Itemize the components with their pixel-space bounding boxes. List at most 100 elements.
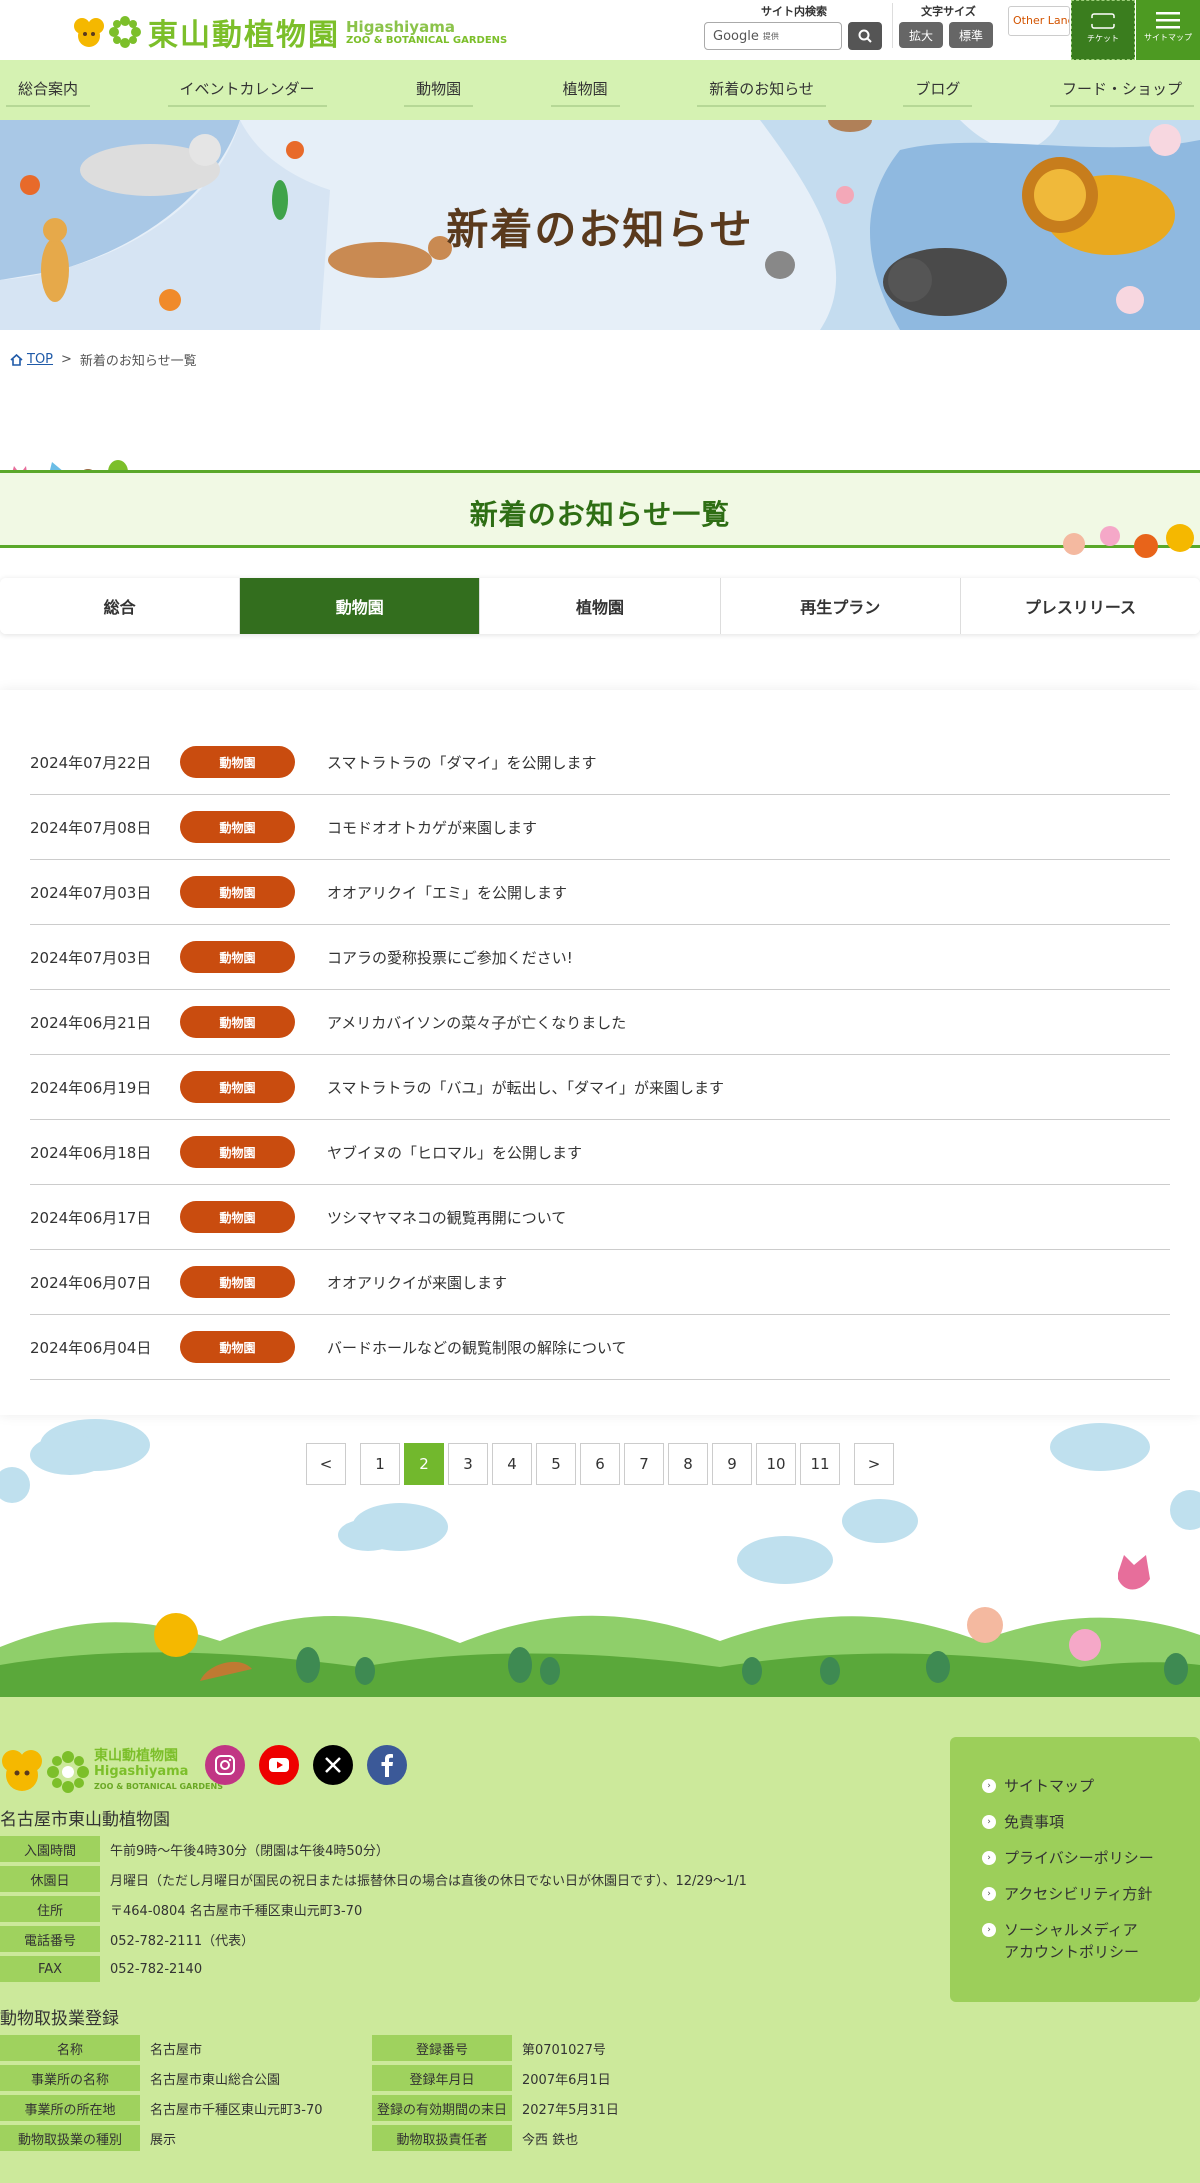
news-item[interactable]: 2024年06月07日 動物園 オオアリクイが来園します [30, 1250, 1170, 1315]
pagination-page[interactable]: 7 [624, 1443, 664, 1485]
news-item[interactable]: 2024年06月04日 動物園 バードホールなどの観覧制限の解除について [30, 1315, 1170, 1380]
news-item[interactable]: 2024年07月08日 動物園 コモドオオトカゲが来園します [30, 795, 1170, 860]
pagination-page-current[interactable]: 2 [404, 1443, 444, 1485]
news-panel: 2024年07月22日 動物園 スマトラトラの「ダマイ」を公開します 2024年07… [0, 690, 1200, 1415]
flower-deco-right [1063, 524, 1194, 558]
instagram-icon[interactable] [205, 1745, 245, 1785]
news-date: 2024年06月21日 [30, 1013, 152, 1032]
tab-revival-plan[interactable]: 再生プラン [720, 578, 961, 634]
news-title-link[interactable]: スマトラトラの「バユ」が転出し、「ダマイ」が来園します [327, 1077, 724, 1098]
news-title-link[interactable]: ツシマヤマネコの観覧再開について [327, 1207, 566, 1228]
news-category-badge: 動物園 [180, 1201, 295, 1233]
reg-label: 登録の有効期間の末日 [372, 2095, 512, 2121]
sitemap-menu-button[interactable]: サイトマップ [1136, 0, 1200, 60]
facility-info: 入園時間 午前9時～午後4時30分（閉園は午後4時50分） 休園日 月曜日（ただし月… [0, 1834, 747, 1984]
news-item[interactable]: 2024年06月17日 動物園 ツシマヤマネコの観覧再開について [30, 1185, 1170, 1250]
pagination-page[interactable]: 6 [580, 1443, 620, 1485]
font-standard-button[interactable]: 標準 [949, 22, 993, 48]
pagination-page[interactable]: 9 [712, 1443, 752, 1485]
news-item[interactable]: 2024年06月21日 動物園 アメリカバイソンの菜々子が亡くなりました [30, 990, 1170, 1055]
news-category-badge: 動物園 [180, 876, 295, 908]
news-list: 2024年07月22日 動物園 スマトラトラの「ダマイ」を公開します 2024年07… [30, 730, 1170, 1380]
news-title-link[interactable]: バードホールなどの観覧制限の解除について [327, 1337, 627, 1358]
news-item[interactable]: 2024年06月18日 動物園 ヤブイヌの「ヒロマル」を公開します [30, 1120, 1170, 1185]
news-title-link[interactable]: アメリカバイソンの菜々子が亡くなりました [327, 1012, 626, 1033]
chevron-right-icon: › [982, 1887, 996, 1901]
nav-item-guide[interactable]: 総合案内 [6, 78, 91, 107]
pagination-page[interactable]: 8 [668, 1443, 708, 1485]
reg-value: 今西 鉄也 [522, 2132, 579, 2148]
pagination-page[interactable]: 1 [360, 1443, 400, 1485]
pagination: < 1 2 3 4 5 6 7 8 9 10 11 > [0, 1443, 1200, 1485]
pagination-prev[interactable]: < [306, 1443, 346, 1485]
tab-general[interactable]: 総合 [0, 578, 241, 634]
news-date: 2024年07月08日 [30, 818, 152, 837]
pagination-page[interactable]: 4 [492, 1443, 532, 1485]
footer-link-sitemap[interactable]: › サイトマップ [982, 1775, 1200, 1797]
pagination-page[interactable]: 3 [448, 1443, 488, 1485]
site-search: サイト内検索 Google 提供 [704, 3, 884, 50]
footer-link-social-policy[interactable]: › ソーシャルメディア アカウントポリシー [982, 1919, 1200, 1963]
page-title: 新着のお知らせ一覧 [469, 498, 731, 531]
news-date: 2024年06月19日 [30, 1078, 152, 1097]
news-title-link[interactable]: オオアリクイが来園します [327, 1272, 507, 1293]
site-logo[interactable]: 東山動植物園 Higashiyama ZOO & BOTANICAL GARDE… [72, 10, 507, 54]
facebook-icon[interactable] [367, 1745, 407, 1785]
home-icon [10, 353, 23, 366]
news-date: 2024年06月18日 [30, 1143, 152, 1162]
pagination-page[interactable]: 10 [756, 1443, 796, 1485]
registration-title: 動物取扱業登録 [0, 2009, 119, 2029]
ticket-icon [1089, 13, 1117, 29]
news-item[interactable]: 2024年07月22日 動物園 スマトラトラの「ダマイ」を公開します [30, 730, 1170, 795]
footer-link-privacy[interactable]: › プライバシーポリシー [982, 1847, 1200, 1869]
hero-banner: 新着のお知らせ [0, 120, 1200, 330]
tab-zoo[interactable]: 動物園 [240, 578, 481, 634]
reg-label: 登録番号 [372, 2035, 512, 2061]
footer-logo-en-sub: ZOO & BOTANICAL GARDENS [94, 1781, 223, 1791]
breadcrumb-home-link[interactable]: TOP [10, 352, 53, 367]
footer-link-accessibility[interactable]: › アクセシビリティ方針 [982, 1883, 1200, 1905]
news-item[interactable]: 2024年07月03日 動物園 オオアリクイ「エミ」を公開します [30, 860, 1170, 925]
x-icon[interactable] [313, 1745, 353, 1785]
nav-item-food-shop[interactable]: フード・ショップ [1049, 78, 1194, 107]
news-category-badge: 動物園 [180, 746, 295, 778]
font-size-control: 文字サイズ 拡大 標準 [892, 3, 998, 48]
news-title-link[interactable]: コアラの愛称投票にご参加ください! [327, 947, 573, 968]
hamburger-icon [1156, 12, 1180, 29]
nav-item-botanical[interactable]: 植物園 [550, 78, 620, 107]
pagination-page[interactable]: 5 [536, 1443, 576, 1485]
info-row-hours: 入園時間 午前9時～午後4時30分（閉園は午後4時50分） [0, 1834, 747, 1864]
news-item[interactable]: 2024年06月19日 動物園 スマトラトラの「バユ」が転出し、「ダマイ」が来園しま… [30, 1055, 1170, 1120]
news-category-badge: 動物園 [180, 1266, 295, 1298]
news-title-link[interactable]: スマトラトラの「ダマイ」を公開します [327, 752, 597, 773]
news-title-link[interactable]: コモドオオトカゲが来園します [327, 817, 537, 838]
tab-botanical[interactable]: 植物園 [480, 578, 721, 634]
logo-en-text: Higashiyama ZOO & BOTANICAL GARDENS [346, 17, 508, 46]
nav-item-news[interactable]: 新着のお知らせ [697, 78, 826, 107]
info-row-phone: 電話番号 052-782-2111（代表） [0, 1924, 747, 1954]
font-enlarge-button[interactable]: 拡大 [899, 22, 943, 48]
news-title-link[interactable]: ヤブイヌの「ヒロマル」を公開します [327, 1142, 582, 1163]
organization-name: 名古屋市東山動植物園 [0, 1810, 170, 1830]
footer-logo-text: 東山動植物園 [94, 1747, 178, 1764]
pagination-next[interactable]: > [854, 1443, 894, 1485]
news-title-link[interactable]: オオアリクイ「エミ」を公開します [327, 882, 567, 903]
fontsize-heading: 文字サイズ [921, 5, 976, 18]
news-item[interactable]: 2024年07月03日 動物園 コアラの愛称投票にご参加ください! [30, 925, 1170, 990]
footer-logo[interactable]: 東山動植物園 Higashiyama ZOO & BOTANICAL GARDE… [0, 1745, 223, 1797]
pagination-page[interactable]: 11 [800, 1443, 840, 1485]
search-input[interactable]: Google 提供 [704, 22, 842, 50]
language-select[interactable]: Other Languages [1008, 6, 1070, 36]
news-date: 2024年07月03日 [30, 883, 152, 902]
site-header: 東山動植物園 Higashiyama ZOO & BOTANICAL GARDE… [0, 0, 1200, 60]
youtube-icon[interactable] [259, 1745, 299, 1785]
tab-press-release[interactable]: プレスリリース [960, 578, 1200, 634]
nav-item-blog[interactable]: ブログ [903, 78, 973, 107]
news-category-badge: 動物園 [180, 1331, 295, 1363]
nav-item-event-calendar[interactable]: イベントカレンダー [167, 78, 327, 107]
ticket-button[interactable]: チケット [1071, 0, 1135, 60]
search-button[interactable] [848, 22, 882, 50]
footer-link-disclaimer[interactable]: › 免責事項 [982, 1811, 1200, 1833]
nav-item-zoo[interactable]: 動物園 [404, 78, 474, 107]
search-heading: サイト内検索 [761, 5, 827, 18]
